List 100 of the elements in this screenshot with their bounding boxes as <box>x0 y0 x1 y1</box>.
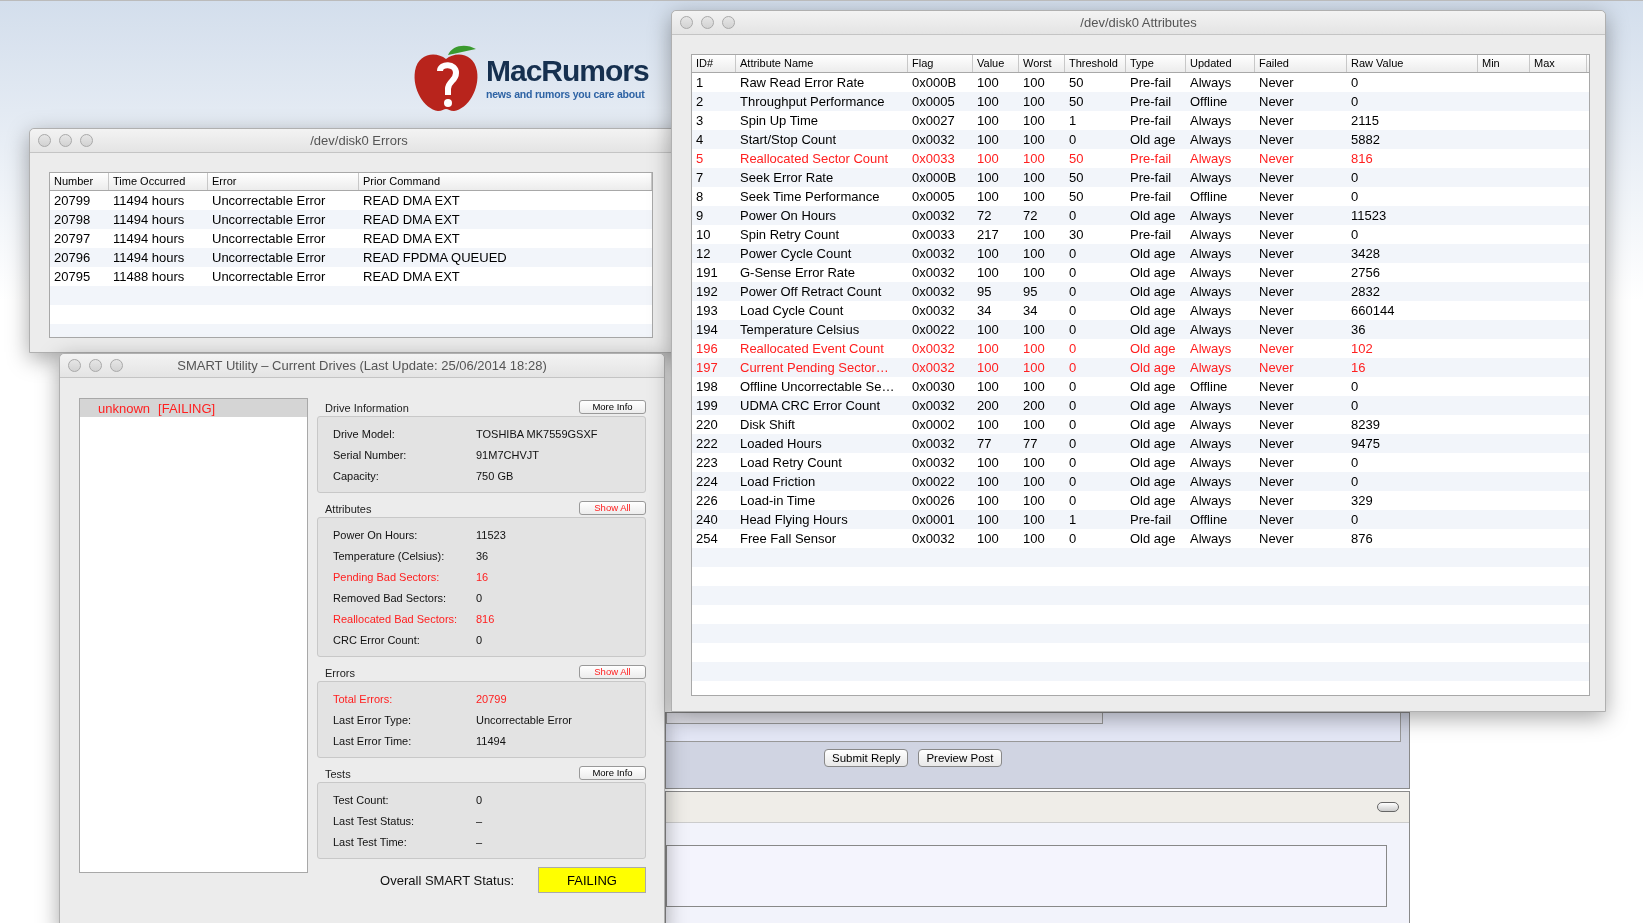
column-header[interactable]: Raw Value <box>1347 55 1478 72</box>
column-header[interactable]: Updated <box>1186 55 1255 72</box>
table-cell-text: 3 <box>695 113 705 128</box>
zoom-button[interactable] <box>110 359 123 372</box>
collapse-icon[interactable] <box>1377 802 1399 812</box>
info-value: 0 <box>476 591 484 604</box>
column-header[interactable]: Failed <box>1255 55 1347 72</box>
zoom-button[interactable] <box>722 16 735 29</box>
table-cell-text: Power Cycle Count <box>739 246 853 261</box>
table-cell-text: 100 <box>976 379 1000 394</box>
table-cell-text: 0 <box>1068 360 1078 375</box>
table-cell-text: Old age <box>1129 322 1177 337</box>
column-header[interactable]: Time Occurred <box>109 173 208 190</box>
table-cell-text: 240 <box>695 512 719 527</box>
table-cell-text: 0 <box>1350 94 1360 109</box>
table-cell-text: 0 <box>1068 303 1078 318</box>
table-cell-text: Never <box>1258 132 1295 147</box>
table-cell-text: Pre-fail <box>1129 151 1173 166</box>
info-value: – <box>476 814 484 827</box>
table-cell-text: 0x0026 <box>911 493 956 508</box>
info-value: 91M7CHVJT <box>476 448 540 461</box>
table-cell-text: 100 <box>1022 75 1046 90</box>
table-cell-text: 100 <box>1022 341 1046 356</box>
section-button[interactable]: More Info <box>579 766 646 780</box>
table-cell-text: Old age <box>1129 246 1177 261</box>
column-header[interactable]: Type <box>1126 55 1186 72</box>
minimize-button[interactable] <box>701 16 714 29</box>
info-value: – <box>476 835 484 848</box>
table-cell-text: 102 <box>1350 341 1374 356</box>
table-cell-text: 0x0032 <box>911 360 956 375</box>
column-header[interactable]: Threshold <box>1065 55 1126 72</box>
table-cell-text: Never <box>1258 265 1295 280</box>
table-cell-text: 100 <box>976 246 1000 261</box>
info-label: CRC Error Count: <box>333 633 421 646</box>
column-header[interactable]: Attribute Name <box>736 55 908 72</box>
table-cell-text: Old age <box>1129 132 1177 147</box>
table-cell-text: Always <box>1189 474 1233 489</box>
form-button[interactable]: Preview Post <box>918 749 1002 767</box>
table-cell-text: 100 <box>976 455 1000 470</box>
table-cell-text: 222 <box>695 436 719 451</box>
table-cell-text: Always <box>1189 322 1233 337</box>
table-cell-text: 0 <box>1350 455 1360 470</box>
column-header[interactable]: Number <box>50 173 109 190</box>
table-cell-text: 217 <box>976 227 1000 242</box>
table-cell-text: 0x0032 <box>911 436 956 451</box>
table-cell-text: Load Cycle Count <box>739 303 845 318</box>
info-value: 750 GB <box>476 469 515 482</box>
section-button[interactable]: Show All <box>579 501 646 515</box>
table-cell-text: 0 <box>1350 512 1360 527</box>
table-cell-text: 0x0030 <box>911 379 956 394</box>
table-cell-text: 0 <box>1350 379 1360 394</box>
table-cell-text: 50 <box>1068 170 1085 185</box>
table-cell-text: 0 <box>1068 417 1078 432</box>
table-cell-text: Always <box>1189 531 1233 546</box>
section-button[interactable]: Show All <box>579 665 646 679</box>
minimize-button[interactable] <box>89 359 102 372</box>
table-cell-text: Old age <box>1129 303 1177 318</box>
column-header[interactable]: Flag <box>908 55 973 72</box>
table-cell-text: 0 <box>1350 189 1360 204</box>
table-cell-text: 5882 <box>1350 132 1381 147</box>
table-cell-text: Never <box>1258 303 1295 318</box>
section-title: Errors <box>325 667 355 679</box>
info-label: Power On Hours: <box>333 528 419 541</box>
column-header[interactable]: Error <box>208 173 359 190</box>
table-cell-text: Never <box>1258 436 1295 451</box>
table-cell-text: 100 <box>976 151 1000 166</box>
table-cell-text: 0 <box>1068 474 1078 489</box>
table-cell-text: Old age <box>1129 493 1177 508</box>
reply-text-field[interactable] <box>666 713 1103 724</box>
table-cell-text: Old age <box>1129 208 1177 223</box>
table-cell-text: 0 <box>1350 75 1360 90</box>
column-header[interactable]: ID# <box>692 55 736 72</box>
table-cell-text: Reallocated Event Count <box>739 341 885 356</box>
close-button[interactable] <box>38 134 51 147</box>
window-title: /dev/disk0 Errors <box>309 133 409 148</box>
table-cell-text: 100 <box>1022 189 1046 204</box>
table-cell-text: 0x0033 <box>911 151 956 166</box>
column-header[interactable]: Min <box>1478 55 1530 72</box>
close-button[interactable] <box>680 16 693 29</box>
column-header[interactable]: Worst <box>1019 55 1065 72</box>
form-button[interactable]: Submit Reply <box>824 749 909 767</box>
table-cell-text: 0x0001 <box>911 512 956 527</box>
table-cell-text: 199 <box>695 398 719 413</box>
table-cell-text: 100 <box>1022 474 1046 489</box>
minimize-button[interactable] <box>59 134 72 147</box>
table-cell-text: Power On Hours <box>739 208 838 223</box>
table-cell-text: 100 <box>1022 322 1046 337</box>
table-cell-text: 100 <box>1022 512 1046 527</box>
table-cell-text: READ DMA EXT <box>362 269 461 284</box>
table-cell-text: 0 <box>1068 284 1078 299</box>
close-button[interactable] <box>68 359 81 372</box>
table-cell-text: Load Retry Count <box>739 455 843 470</box>
column-header[interactable]: Value <box>973 55 1019 72</box>
table-cell-text: Raw Read Error Rate <box>739 75 866 90</box>
column-header[interactable]: Max <box>1530 55 1587 72</box>
column-header[interactable]: Prior Command <box>359 173 652 190</box>
zoom-button[interactable] <box>80 134 93 147</box>
section-button[interactable]: More Info <box>579 400 646 414</box>
table-cell-text: 193 <box>695 303 719 318</box>
table-cell-text: Offline <box>1189 512 1229 527</box>
